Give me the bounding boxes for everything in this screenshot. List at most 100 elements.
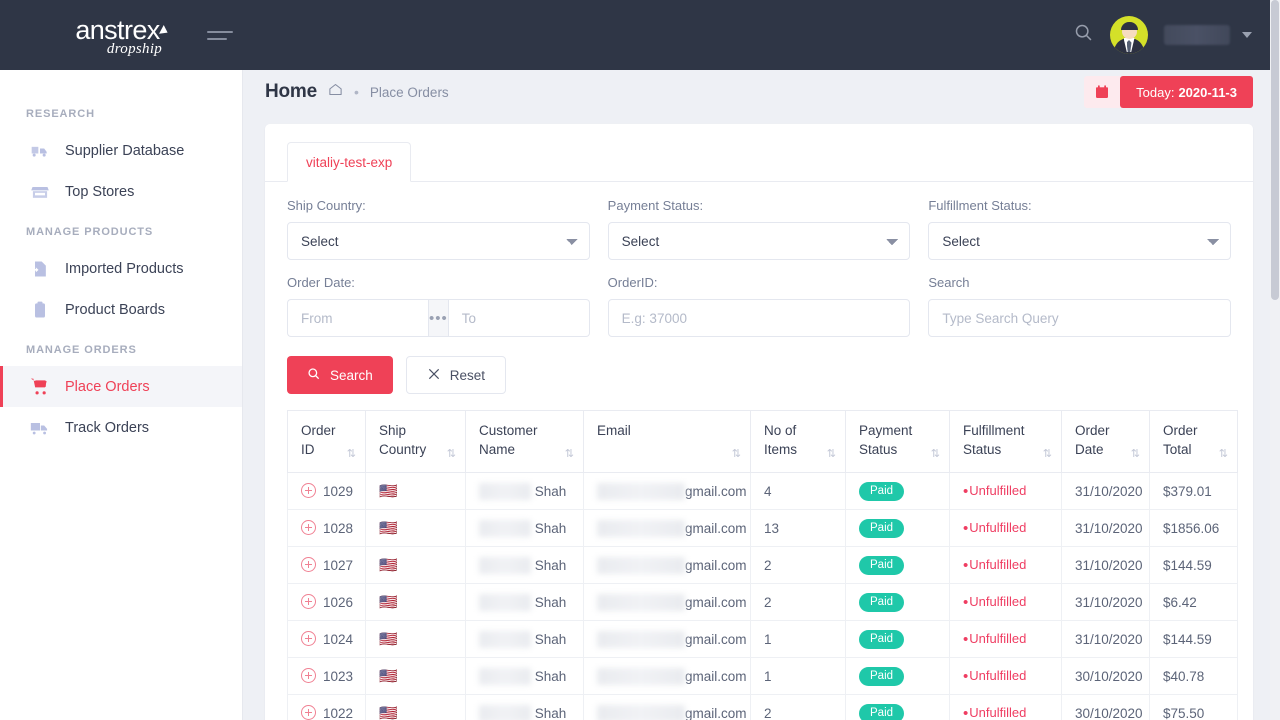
- customer-first-name-redacted: [479, 594, 531, 611]
- cell-no-of-items: 4: [751, 473, 846, 510]
- cell-ship-country: 🇺🇸: [366, 695, 466, 720]
- hamburger-icon[interactable]: [207, 31, 233, 40]
- plus-circle-icon[interactable]: [301, 705, 316, 720]
- customer-last-name: Shah: [535, 632, 567, 647]
- search-button[interactable]: Search: [287, 356, 393, 394]
- tab-vitaliy-test-exp[interactable]: vitaliy-test-exp: [287, 142, 411, 182]
- sort-updown-icon[interactable]: ⇅: [827, 449, 836, 460]
- column-header-fulfillment-status[interactable]: Fulfillment Status⇅: [950, 411, 1062, 473]
- sidebar-item-label: Supplier Database: [65, 143, 184, 159]
- avatar[interactable]: [1110, 16, 1148, 54]
- cell-no-of-items: 13: [751, 510, 846, 547]
- table-row[interactable]: 1026🇺🇸 Shahgmail.com2Paid•Unfulfilled31/…: [288, 584, 1238, 621]
- cell-ship-country: 🇺🇸: [366, 547, 466, 584]
- reset-button-label: Reset: [450, 368, 485, 383]
- column-header-payment-status[interactable]: Payment Status⇅: [846, 411, 950, 473]
- column-header-email[interactable]: Email⇅: [584, 411, 751, 473]
- search-label: Search: [928, 275, 1231, 290]
- fulfillment-status-select[interactable]: Select: [928, 222, 1231, 260]
- table-row[interactable]: 1023🇺🇸 Shahgmail.com1Paid•Unfulfilled30/…: [288, 658, 1238, 695]
- search-icon[interactable]: [1073, 22, 1094, 48]
- date-to-input[interactable]: [449, 299, 590, 337]
- column-header-order-date[interactable]: Order Date⇅: [1062, 411, 1150, 473]
- sort-updown-icon[interactable]: ⇅: [347, 449, 356, 460]
- delivery-truck-icon: [29, 417, 51, 439]
- cell-order-date: 31/10/2020: [1062, 510, 1150, 547]
- status-badge: Paid: [859, 667, 904, 686]
- plus-circle-icon[interactable]: [301, 594, 316, 609]
- sort-updown-icon[interactable]: ⇅: [1219, 449, 1228, 460]
- home-icon[interactable]: [328, 82, 343, 102]
- sidebar-item-track-orders[interactable]: Track Orders: [0, 407, 242, 448]
- cell-no-of-items: 1: [751, 658, 846, 695]
- fulfillment-status-label: Fulfillment Status:: [928, 198, 1231, 213]
- order-id-value: 1026: [323, 595, 353, 610]
- page-scrollbar[interactable]: [1270, 0, 1280, 720]
- sidebar-item-product-boards[interactable]: Product Boards: [0, 289, 242, 330]
- cell-fulfillment-status: •Unfulfilled: [950, 584, 1062, 621]
- column-header-ship-country[interactable]: Ship Country⇅: [366, 411, 466, 473]
- sidebar-item-imported-products[interactable]: Imported Products: [0, 248, 242, 289]
- cell-payment-status: Paid: [846, 658, 950, 695]
- plus-circle-icon[interactable]: [301, 520, 316, 535]
- sort-updown-icon[interactable]: ⇅: [931, 449, 940, 460]
- scrollbar-thumb[interactable]: [1271, 0, 1279, 300]
- customer-first-name-redacted: [479, 705, 531, 720]
- sidebar-item-supplier-database[interactable]: Supplier Database: [0, 130, 242, 171]
- cell-order-date: 30/10/2020: [1062, 695, 1150, 720]
- sidebar-item-top-stores[interactable]: Top Stores: [0, 171, 242, 212]
- table-row[interactable]: 1022🇺🇸 Shahgmail.com2Paid•Unfulfilled30/…: [288, 695, 1238, 720]
- status-dot-icon: •: [963, 705, 968, 720]
- cell-order-id: 1022: [288, 695, 366, 720]
- table-row[interactable]: 1027🇺🇸 Shahgmail.com2Paid•Unfulfilled31/…: [288, 547, 1238, 584]
- cell-customer-name: Shah: [466, 621, 584, 658]
- plus-circle-icon[interactable]: [301, 483, 316, 498]
- sort-updown-icon[interactable]: ⇅: [1043, 449, 1052, 460]
- ship-country-select[interactable]: Select: [287, 222, 590, 260]
- table-row[interactable]: 1028🇺🇸 Shahgmail.com13Paid•Unfulfilled31…: [288, 510, 1238, 547]
- orders-table-body: 1029🇺🇸 Shahgmail.com4Paid•Unfulfilled31/…: [288, 473, 1238, 720]
- date-range-separator-icon[interactable]: •••: [428, 299, 449, 337]
- close-x-icon: [427, 367, 441, 384]
- sort-updown-icon[interactable]: ⇅: [1131, 449, 1140, 460]
- column-header-customer-name[interactable]: Customer Name⇅: [466, 411, 584, 473]
- sort-updown-icon[interactable]: ⇅: [732, 449, 741, 460]
- date-from-input[interactable]: [287, 299, 428, 337]
- plus-circle-icon[interactable]: [301, 631, 316, 646]
- cell-customer-name: Shah: [466, 584, 584, 621]
- chevron-down-icon[interactable]: [1242, 32, 1252, 38]
- email-suffix: gmail.com: [685, 669, 747, 684]
- plus-circle-icon[interactable]: [301, 668, 316, 683]
- column-header-no-of-items[interactable]: No of Items⇅: [751, 411, 846, 473]
- cell-ship-country: 🇺🇸: [366, 621, 466, 658]
- calendar-icon[interactable]: [1084, 76, 1120, 108]
- reset-button[interactable]: Reset: [406, 356, 506, 394]
- table-row[interactable]: 1024🇺🇸 Shahgmail.com1Paid•Unfulfilled31/…: [288, 621, 1238, 658]
- sort-updown-icon[interactable]: ⇅: [447, 449, 456, 460]
- order-id-value: 1029: [323, 484, 353, 499]
- column-header-order-id[interactable]: Order ID⇅: [288, 411, 366, 473]
- sidebar: RESEARCH Supplier Database Top Stores MA…: [0, 70, 243, 720]
- table-row[interactable]: 1029🇺🇸 Shahgmail.com4Paid•Unfulfilled31/…: [288, 473, 1238, 510]
- column-header-order-total[interactable]: Order Total⇅: [1150, 411, 1238, 473]
- plus-circle-icon[interactable]: [301, 557, 316, 572]
- fulfillment-status-value: •Unfulfilled: [963, 483, 1026, 498]
- sidebar-item-place-orders[interactable]: Place Orders: [0, 366, 242, 407]
- cell-fulfillment-status: •Unfulfilled: [950, 695, 1062, 720]
- order-date-label: Order Date:: [287, 275, 590, 290]
- payment-status-select[interactable]: Select: [608, 222, 911, 260]
- status-dot-icon: •: [963, 520, 968, 537]
- order-id-input[interactable]: [608, 299, 911, 337]
- sort-updown-icon[interactable]: ⇅: [565, 449, 574, 460]
- cell-order-total: $1856.06: [1150, 510, 1238, 547]
- search-input[interactable]: [928, 299, 1231, 337]
- shopping-cart-icon: [29, 376, 51, 398]
- sidebar-item-label: Top Stores: [65, 184, 134, 200]
- email-suffix: gmail.com: [685, 595, 747, 610]
- cell-email: gmail.com: [584, 695, 751, 720]
- search-button-label: Search: [330, 368, 373, 383]
- avatar-hair: [1121, 22, 1138, 30]
- orders-table-head: Order ID⇅ Ship Country⇅ Customer Name⇅ E…: [288, 411, 1238, 473]
- cell-email: gmail.com: [584, 473, 751, 510]
- country-flag-icon: 🇺🇸: [379, 631, 398, 648]
